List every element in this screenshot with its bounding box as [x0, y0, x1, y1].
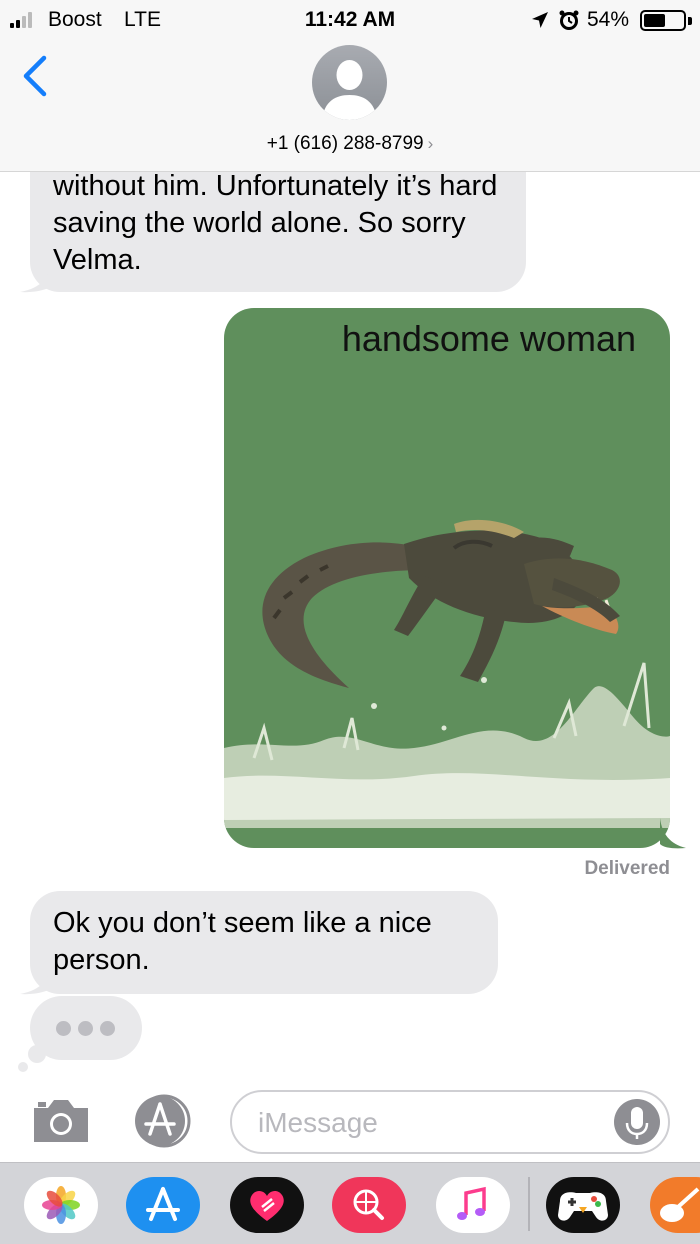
- drawer-divider: [528, 1177, 530, 1231]
- battery-level-fill: [644, 14, 665, 27]
- status-bar: Boost LTE 11:42 AM 54%: [0, 0, 700, 40]
- battery-percentage: 54%: [587, 8, 630, 31]
- imessage-app-drawer: [0, 1162, 700, 1244]
- guitar-icon: [660, 1187, 700, 1222]
- image-caption: handsome woman: [341, 318, 636, 359]
- typing-dot: [78, 1021, 93, 1036]
- camera-button[interactable]: [30, 1098, 92, 1144]
- app-app-store[interactable]: [126, 1177, 200, 1233]
- typing-indicator: [30, 996, 142, 1060]
- game-controller-icon: [558, 1192, 608, 1221]
- delivery-status: Delivered: [584, 858, 670, 879]
- typing-dot: [100, 1021, 115, 1036]
- imessage-input[interactable]: iMessage: [230, 1090, 670, 1154]
- dictation-button[interactable]: [614, 1099, 660, 1145]
- battery-icon: [640, 10, 686, 31]
- music-note-icon: [457, 1186, 486, 1220]
- crocodile-image: [224, 519, 670, 828]
- conversation-header: Boost LTE 11:42 AM 54% +1 (616) 288-8799…: [0, 0, 700, 172]
- app-store-icon: [146, 1187, 180, 1221]
- chevron-left-icon: [23, 55, 47, 97]
- typing-indicator-tail: [28, 1045, 46, 1063]
- outgoing-image-message[interactable]: handsome woman: [224, 308, 670, 848]
- contact-avatar[interactable]: [312, 45, 387, 120]
- incoming-message-bubble[interactable]: Ok you don’t seem like a nice person.: [30, 891, 498, 994]
- message-text: without him. Unfortunately it’s hard sav…: [53, 170, 498, 276]
- heart-touch-icon: [250, 1190, 284, 1221]
- bubble-tail: [20, 262, 56, 293]
- contact-phone-number: +1 (616) 288-8799: [266, 133, 424, 154]
- back-button[interactable]: [18, 54, 54, 98]
- app-store-icon: [135, 1094, 191, 1148]
- person-silhouette-icon: [322, 60, 377, 120]
- contact-info-button[interactable]: +1 (616) 288-8799 ›: [0, 133, 700, 155]
- microphone-icon: [625, 1107, 649, 1139]
- chevron-right-icon: ›: [427, 134, 434, 153]
- search-globe-icon: [353, 1189, 384, 1220]
- app-photos[interactable]: [24, 1177, 98, 1233]
- bubble-tail: [20, 964, 56, 995]
- typing-dot: [56, 1021, 71, 1036]
- location-arrow-icon: [532, 12, 548, 28]
- photos-flower-icon: [42, 1186, 80, 1224]
- typing-indicator-tail: [18, 1062, 28, 1072]
- app-store-button[interactable]: [132, 1094, 196, 1148]
- message-text: Ok you don’t seem like a nice person.: [53, 907, 432, 976]
- app-digital-touch[interactable]: [230, 1177, 304, 1233]
- alarm-clock-icon: [559, 10, 579, 30]
- app-game-pigeon[interactable]: [546, 1177, 620, 1233]
- input-placeholder: iMessage: [258, 1107, 378, 1138]
- app-images-search[interactable]: [332, 1177, 406, 1233]
- bubble-tail: [660, 818, 686, 849]
- app-music[interactable]: [436, 1177, 510, 1233]
- app-garageband[interactable]: [650, 1177, 700, 1233]
- battery-terminal: [688, 17, 692, 25]
- camera-icon: [34, 1100, 88, 1142]
